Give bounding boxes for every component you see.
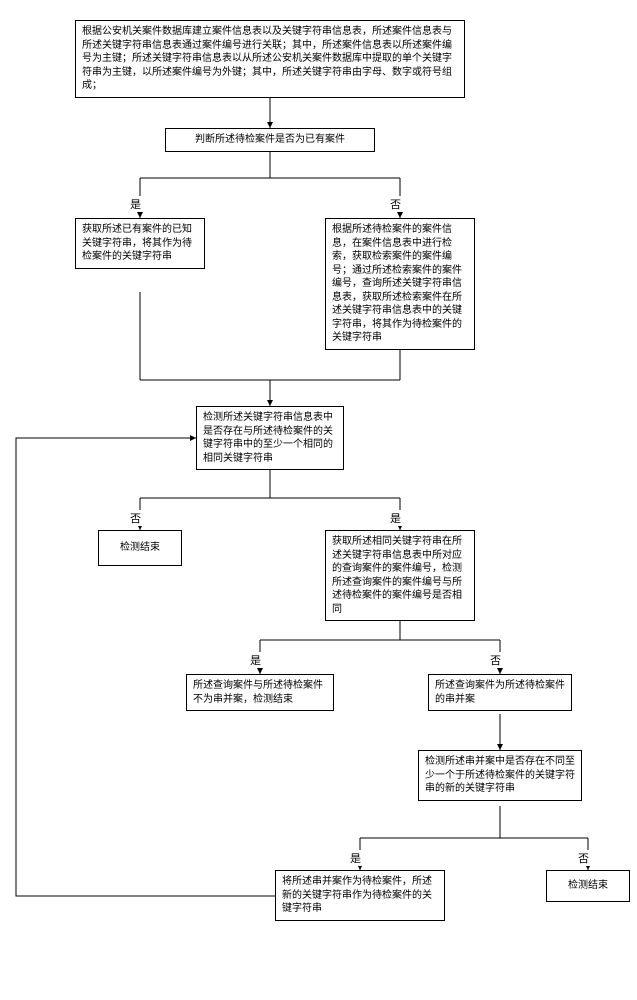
text: 根据所述待检案件的案件信息，在案件信息表中进行检索，获取检索案件的案件编号；通过…	[332, 224, 462, 343]
text: 判断所述待检案件是否为已有案件	[195, 134, 345, 145]
label-yes-3: 是	[248, 652, 263, 668]
box-check-new-keyword: 检测所述串并案中是否存在不同至少一个于所述待检案件的关键字符串的新的关键字符串	[418, 750, 582, 801]
box-retrieve-keyword: 根据所述待检案件的案件信息，在案件信息表中进行检索，获取检索案件的案件编号；通过…	[325, 218, 475, 350]
box-end-1: 检测结束	[98, 530, 182, 566]
label-no-1: 否	[388, 196, 403, 212]
label-yes-1: 是	[128, 196, 143, 212]
box-check-same-keyword: 检测所述关键字符串信息表中是否存在与所述待检案件的关键字符串中的至少一个相同的相…	[196, 406, 344, 470]
text: 检测结束	[568, 880, 608, 891]
box-is-serial-case: 所述查询案件为所述待检案件的串并案	[428, 674, 572, 711]
box-loop-new-keyword: 将所述串并案作为待检案件，所述新的关键字符串作为待检案件的关键字符串	[275, 870, 445, 921]
label-no-4: 否	[576, 850, 591, 866]
text: 检测所述关键字符串信息表中是否存在与所述待检案件的关键字符串中的至少一个相同的相…	[203, 412, 333, 464]
text: 所述查询案件为所述待检案件的串并案	[435, 680, 565, 705]
text: 检测所述串并案中是否存在不同至少一个于所述待检案件的关键字符串的新的关键字符串	[425, 756, 575, 794]
text: 获取所述已有案件的已知关键字符串，将其作为待检案件的关键字符串	[82, 224, 192, 262]
label-yes-2: 是	[388, 510, 403, 526]
text: 将所述串并案作为待检案件，所述新的关键字符串作为待检案件的关键字符串	[282, 876, 432, 914]
box-compare-case-number: 获取所述相同关键字符串在所述关键字符串信息表中所对应的查询案件的案件编号，检测所…	[325, 530, 475, 621]
box-not-serial-end: 所述查询案件与所述待检案件不为串并案，检测结束	[186, 674, 334, 711]
label-no-2: 否	[128, 510, 143, 526]
label-no-3: 否	[488, 652, 503, 668]
box-build-tables: 根据公安机关案件数据库建立案件信息表以及关键字符串信息表，所述案件信息表与所述关…	[75, 20, 465, 98]
text: 根据公安机关案件数据库建立案件信息表以及关键字符串信息表，所述案件信息表与所述关…	[82, 26, 452, 91]
box-end-2: 检测结束	[546, 870, 630, 902]
flowchart-canvas: 根据公安机关案件数据库建立案件信息表以及关键字符串信息表，所述案件信息表与所述关…	[0, 0, 637, 1000]
box-get-known-keyword: 获取所述已有案件的已知关键字符串，将其作为待检案件的关键字符串	[75, 218, 205, 269]
label-yes-4: 是	[348, 850, 363, 866]
text: 所述查询案件与所述待检案件不为串并案，检测结束	[193, 680, 323, 705]
box-is-existing-case: 判断所述待检案件是否为已有案件	[165, 128, 375, 152]
text: 获取所述相同关键字符串在所述关键字符串信息表中所对应的查询案件的案件编号，检测所…	[332, 536, 462, 615]
text: 检测结束	[120, 542, 160, 553]
